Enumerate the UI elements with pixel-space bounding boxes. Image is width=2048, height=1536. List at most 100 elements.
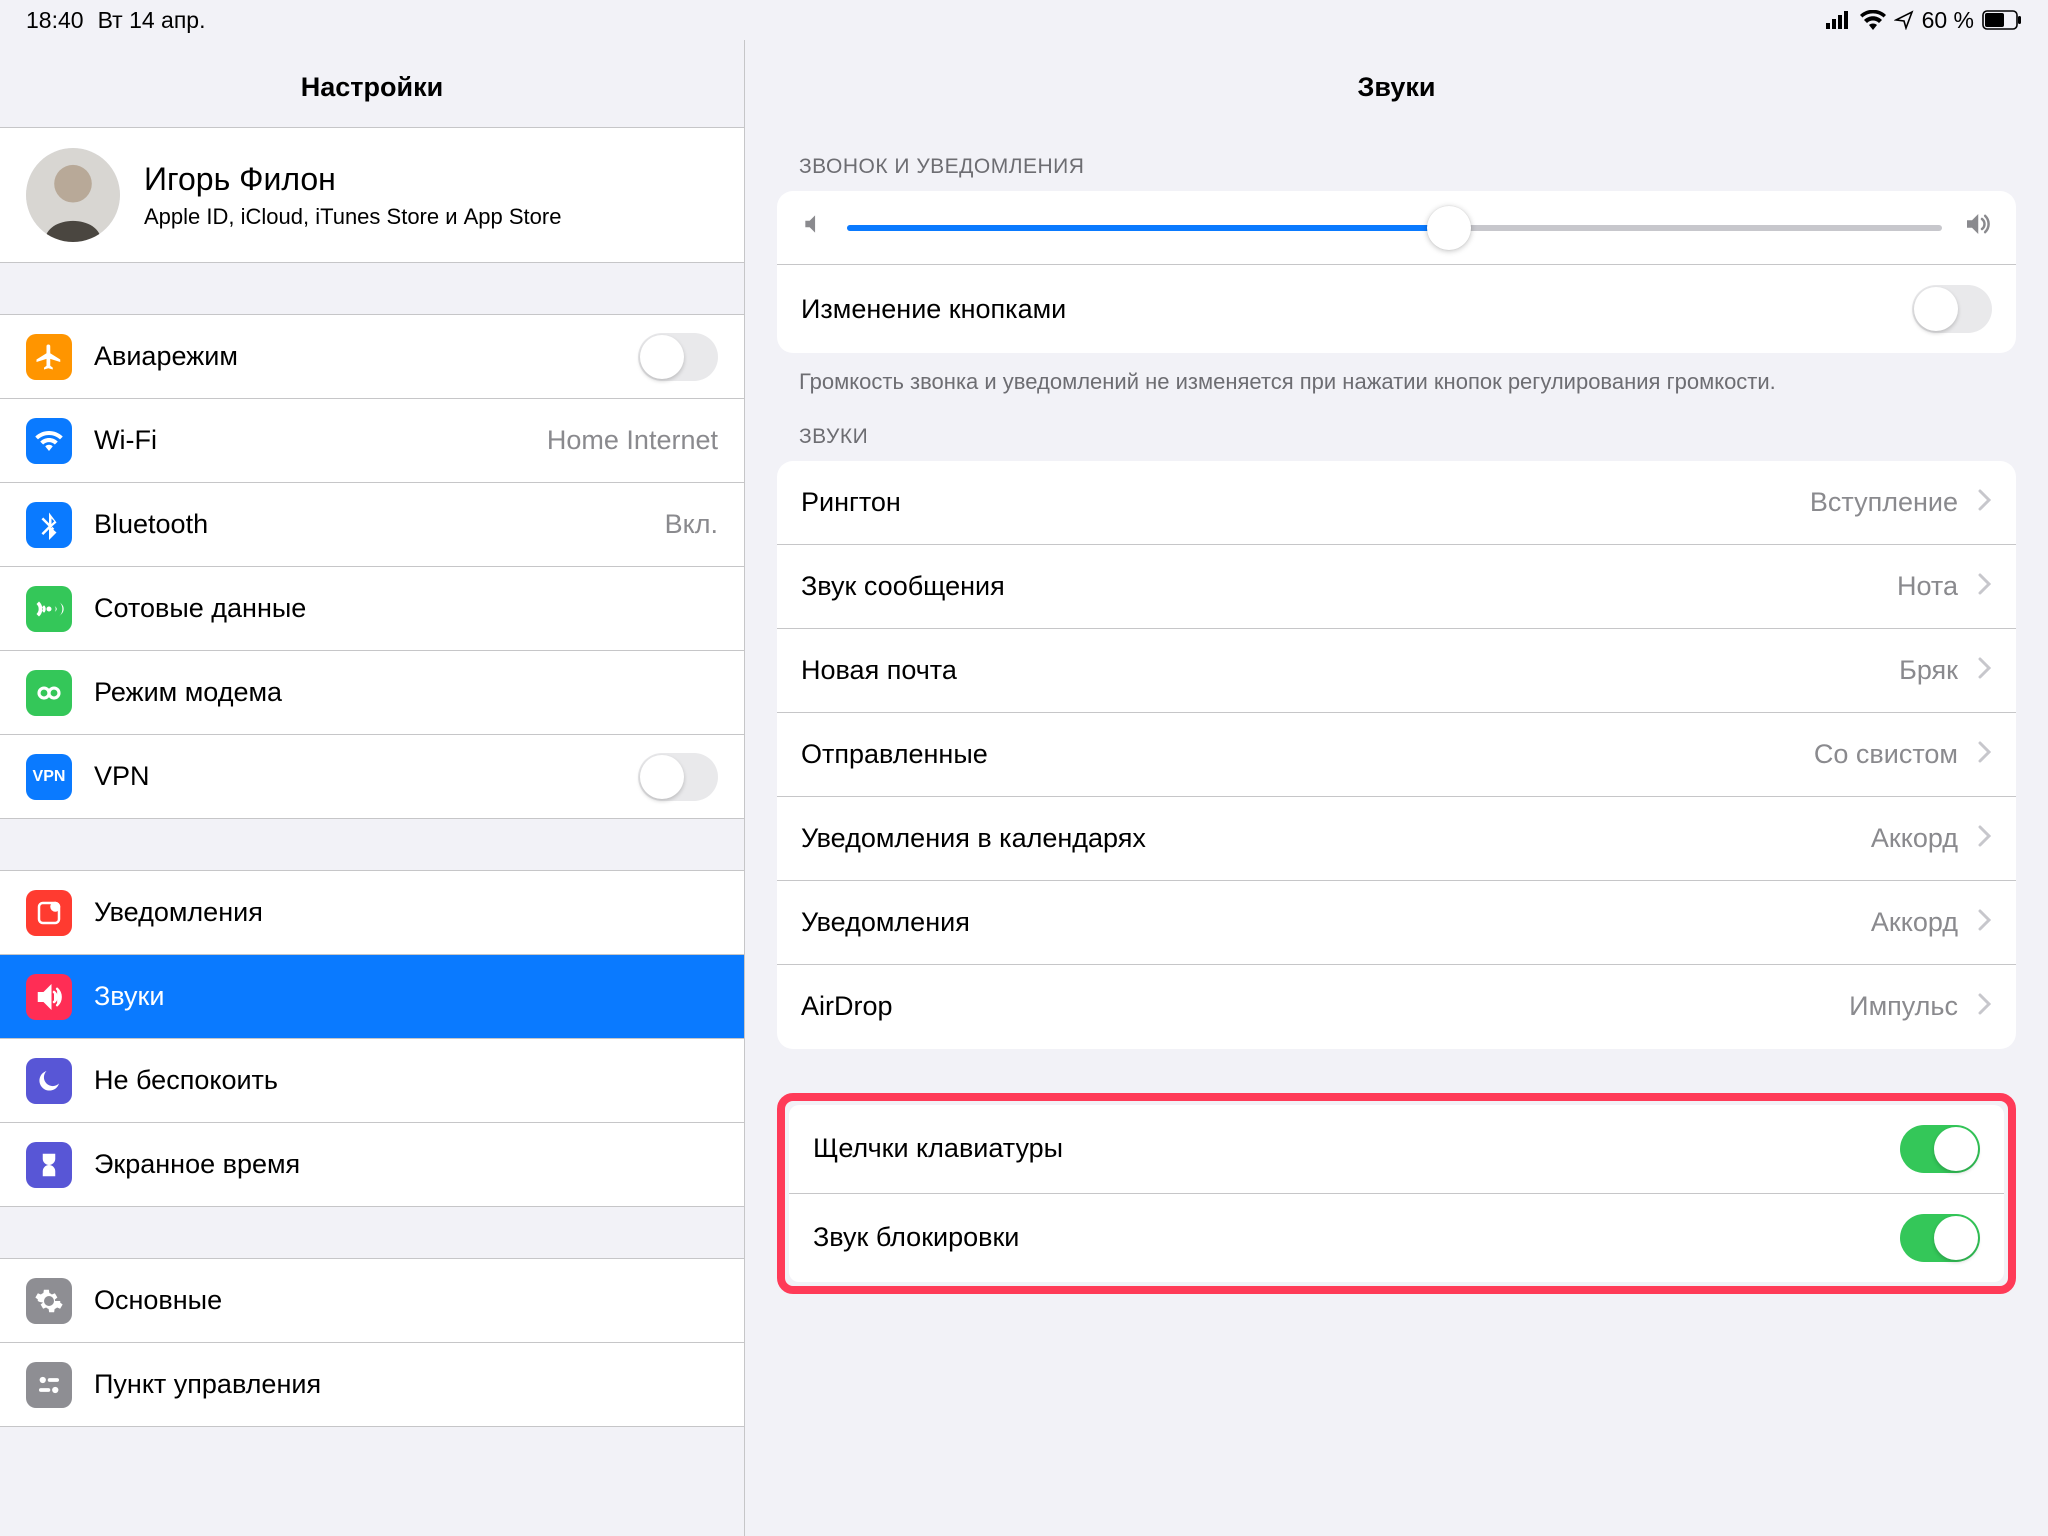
chevron-right-icon [1978,487,1992,518]
sidebar-item-cellular[interactable]: Сотовые данные [0,567,744,651]
sidebar-item-wifi[interactable]: Wi-Fi Home Internet [0,399,744,483]
sidebar-item-label: VPN [94,761,616,792]
calendar-alerts-row[interactable]: Уведомления в календарях Аккорд [777,797,2016,881]
sounds-section-header: ЗВУКИ [777,397,2016,461]
bluetooth-icon [26,502,72,548]
screentime-icon [26,1142,72,1188]
new-mail-row[interactable]: Новая почта Бряк [777,629,2016,713]
ringer-section-header: ЗВОНОК И УВЕДОМЛЕНИЯ [777,127,2016,191]
chevron-right-icon [1978,991,1992,1022]
row-value: Вступление [1810,487,1958,518]
sidebar-item-label: Пункт управления [94,1369,718,1400]
detail-title: Звуки [745,40,2048,127]
cellular-icon [26,586,72,632]
sidebar-item-notifications[interactable]: Уведомления [0,871,744,955]
sidebar-item-airplane[interactable]: Авиарежим [0,315,744,399]
battery-percent: 60 % [1922,7,1974,34]
change-with-buttons-row[interactable]: Изменение кнопками [777,265,2016,353]
battery-icon [1982,10,2022,30]
row-label: Рингтон [801,487,1790,518]
reminder-alerts-row[interactable]: Уведомления Аккорд [777,881,2016,965]
keyboard-clicks-row[interactable]: Щелчки клавиатуры [789,1105,2004,1194]
sidebar-item-label: Не беспокоить [94,1065,718,1096]
row-value: Аккорд [1871,823,1958,854]
ringer-footnote: Громкость звонка и уведомлений не изменя… [777,353,2016,397]
sidebar-item-label: Bluetooth [94,509,643,540]
cellular-signal-icon [1826,11,1852,29]
chevron-right-icon [1978,739,1992,770]
volume-slider[interactable] [847,225,1942,231]
sidebar-item-label: Уведомления [94,897,718,928]
row-label: AirDrop [801,991,1829,1022]
sidebar-item-vpn[interactable]: VPN VPN [0,735,744,819]
avatar [26,148,120,242]
settings-sidebar: Настройки Игорь Филон Apple ID, iCloud, … [0,40,745,1536]
row-label: Звук блокировки [813,1222,1880,1253]
volume-slider-row [777,191,2016,265]
sidebar-item-dnd[interactable]: Не беспокоить [0,1039,744,1123]
sidebar-item-label: Режим модема [94,677,718,708]
general-icon [26,1278,72,1324]
speaker-high-icon [1962,209,1992,246]
airplane-icon [26,334,72,380]
sidebar-item-label: Авиарежим [94,341,616,372]
row-value: Со свистом [1814,739,1958,770]
row-label: Звук сообщения [801,571,1877,602]
lock-sound-toggle[interactable] [1900,1214,1980,1262]
location-icon [1894,10,1914,30]
chevron-right-icon [1978,571,1992,602]
sent-mail-row[interactable]: Отправленные Со свистом [777,713,2016,797]
row-value: Бряк [1899,655,1958,686]
controlcenter-icon [26,1362,72,1408]
sounds-icon [26,974,72,1020]
text-tone-row[interactable]: Звук сообщения Нота [777,545,2016,629]
chevron-right-icon [1978,907,1992,938]
row-value: Аккорд [1871,907,1958,938]
sidebar-item-label: Wi-Fi [94,425,525,456]
sidebar-item-controlcenter[interactable]: Пункт управления [0,1343,744,1427]
hotspot-icon [26,670,72,716]
change-with-buttons-toggle[interactable] [1912,285,1992,333]
account-name: Игорь Филон [144,161,561,198]
vpn-toggle[interactable] [638,753,718,801]
bluetooth-value: Вкл. [665,509,718,540]
dnd-icon [26,1058,72,1104]
sidebar-title: Настройки [0,40,744,128]
row-label: Изменение кнопками [801,294,1892,325]
row-label: Уведомления в календарях [801,823,1851,854]
sidebar-item-label: Звуки [94,981,718,1012]
detail-pane: Звуки ЗВОНОК И УВЕДОМЛЕНИЯ [745,40,2048,1536]
chevron-right-icon [1978,655,1992,686]
sidebar-item-hotspot[interactable]: Режим модема [0,651,744,735]
row-label: Отправленные [801,739,1794,770]
wifi-value: Home Internet [547,425,718,456]
row-label: Щелчки клавиатуры [813,1133,1880,1164]
sidebar-item-bluetooth[interactable]: Bluetooth Вкл. [0,483,744,567]
sidebar-item-label: Основные [94,1285,718,1316]
sidebar-item-sounds[interactable]: Звуки [0,955,744,1039]
speaker-low-icon [801,211,827,244]
wifi-icon [1860,10,1886,30]
notifications-icon [26,890,72,936]
airdrop-row[interactable]: AirDrop Импульс [777,965,2016,1049]
chevron-right-icon [1978,823,1992,854]
sidebar-item-screentime[interactable]: Экранное время [0,1123,744,1207]
row-label: Новая почта [801,655,1879,686]
row-value: Импульс [1849,991,1958,1022]
status-date: Вт 14 апр. [98,7,206,34]
account-sub: Apple ID, iCloud, iTunes Store и App Sto… [144,204,561,230]
status-bar: 18:40 Вт 14 апр. 60 % [0,0,2048,40]
airplane-toggle[interactable] [638,333,718,381]
lock-sound-row[interactable]: Звук блокировки [789,1194,2004,1282]
status-time: 18:40 [26,7,84,34]
account-row[interactable]: Игорь Филон Apple ID, iCloud, iTunes Sto… [0,128,744,263]
sidebar-item-label: Сотовые данные [94,593,718,624]
wifi-icon [26,418,72,464]
row-label: Уведомления [801,907,1851,938]
highlighted-section: Щелчки клавиатуры Звук блокировки [777,1093,2016,1294]
keyboard-clicks-toggle[interactable] [1900,1125,1980,1173]
sidebar-item-label: Экранное время [94,1149,718,1180]
row-value: Нота [1897,571,1958,602]
ringtone-row[interactable]: Рингтон Вступление [777,461,2016,545]
sidebar-item-general[interactable]: Основные [0,1259,744,1343]
